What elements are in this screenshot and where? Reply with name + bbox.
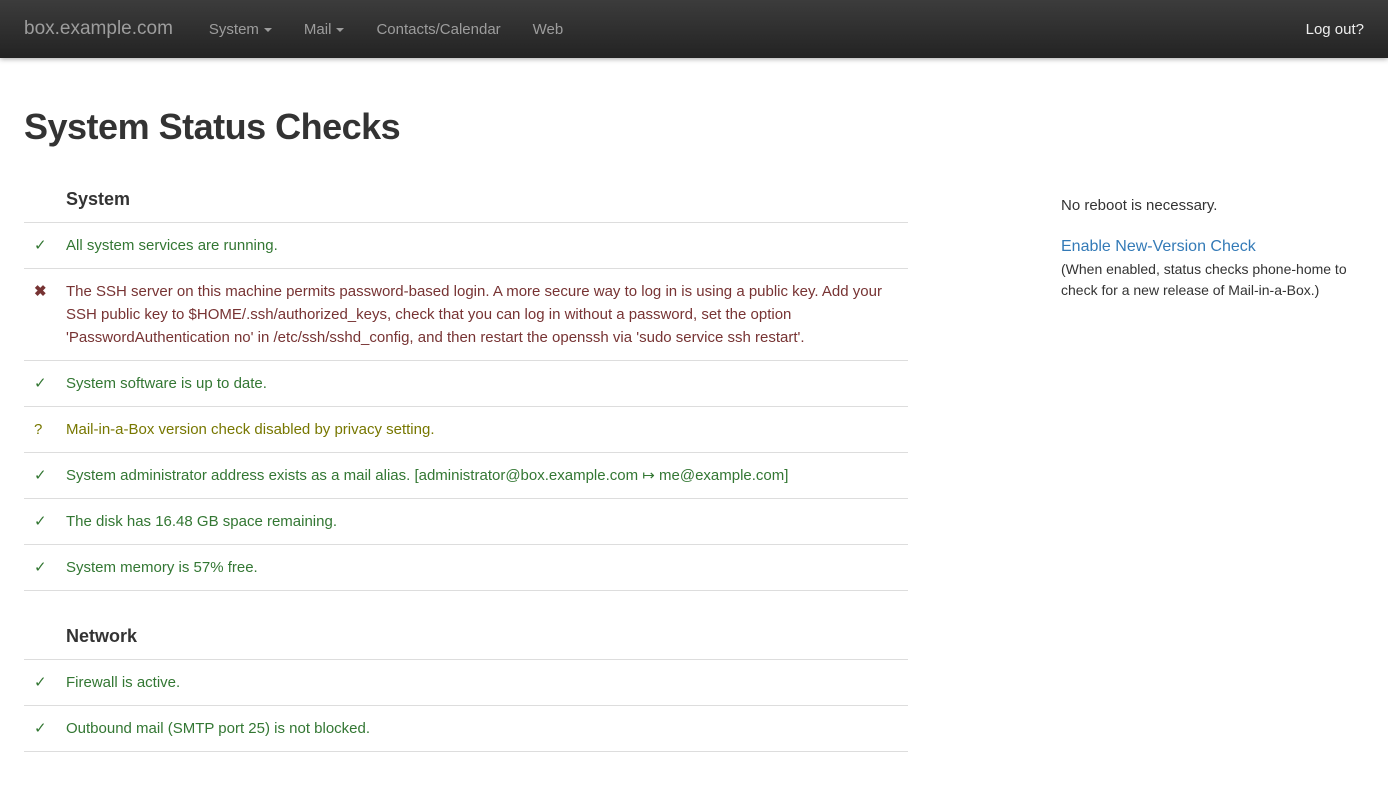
main-column: System Status Checks System✓All system s… <box>24 58 908 752</box>
top-navbar: box.example.com System Mail Contacts/Calen… <box>0 0 1388 58</box>
check-text: System memory is 57% free. <box>66 556 908 579</box>
nav-item-label: Contacts/Calendar <box>376 21 500 38</box>
check-text: System administrator address exists as a… <box>66 464 908 487</box>
check-row: ✓The disk has 16.48 GB space remaining. <box>24 499 908 545</box>
check-text: System software is up to date. <box>66 372 908 395</box>
error-x-icon: ✖ <box>24 280 66 349</box>
nav-item-web[interactable]: Web <box>517 2 580 57</box>
section-heading-system: System <box>24 188 908 223</box>
check-text: Mail-in-a-Box version check disabled by … <box>66 418 908 441</box>
check-row: ✓System software is up to date. <box>24 361 908 407</box>
page-content: System Status Checks System✓All system s… <box>0 58 1388 752</box>
check-text: The disk has 16.48 GB space remaining. <box>66 510 908 533</box>
caret-down-icon <box>264 28 272 32</box>
nav-item-label: Mail <box>304 21 332 38</box>
check-ok-icon: ✓ <box>24 556 66 579</box>
check-text: The SSH server on this machine permits p… <box>66 280 908 349</box>
check-ok-icon: ✓ <box>24 717 66 740</box>
check-row: ✓System memory is 57% free. <box>24 545 908 591</box>
navbar-menu: System Mail Contacts/Calendar Web <box>193 2 579 57</box>
check-row: ✓All system services are running. <box>24 223 908 269</box>
check-row: ✓Firewall is active. <box>24 660 908 706</box>
status-checks-list: System✓All system services are running.✖… <box>24 188 908 752</box>
check-ok-icon: ✓ <box>24 464 66 487</box>
check-ok-icon: ✓ <box>24 234 66 257</box>
check-row: ✓Outbound mail (SMTP port 25) is not blo… <box>24 706 908 752</box>
check-text: Outbound mail (SMTP port 25) is not bloc… <box>66 717 908 740</box>
nav-item-label: Web <box>533 21 564 38</box>
section-heading-network: Network <box>24 625 908 660</box>
nav-item-label: System <box>209 21 259 38</box>
question-icon: ? <box>24 418 66 441</box>
nav-item-mail[interactable]: Mail <box>288 2 361 57</box>
enable-version-check-link[interactable]: Enable New-Version Check <box>1061 238 1256 255</box>
check-ok-icon: ✓ <box>24 510 66 533</box>
navbar-brand[interactable]: box.example.com <box>24 18 173 40</box>
page-title: System Status Checks <box>24 106 908 148</box>
nav-item-contacts-calendar[interactable]: Contacts/Calendar <box>360 2 516 57</box>
sidebar: No reboot is necessary. Enable New-Versi… <box>1061 58 1361 752</box>
check-ok-icon: ✓ <box>24 671 66 694</box>
check-row: ?Mail-in-a-Box version check disabled by… <box>24 407 908 453</box>
check-text: All system services are running. <box>66 234 908 257</box>
check-row: ✓System administrator address exists as … <box>24 453 908 499</box>
logout-link[interactable]: Log out? <box>1306 21 1364 38</box>
check-row: ✖The SSH server on this machine permits … <box>24 269 908 361</box>
version-check-block: Enable New-Version Check (When enabled, … <box>1061 236 1361 301</box>
check-text: Firewall is active. <box>66 671 908 694</box>
check-ok-icon: ✓ <box>24 372 66 395</box>
caret-down-icon <box>336 28 344 32</box>
version-check-note: (When enabled, status checks phone-home … <box>1061 259 1361 301</box>
reboot-status-text: No reboot is necessary. <box>1061 195 1361 217</box>
nav-item-system[interactable]: System <box>193 2 288 57</box>
